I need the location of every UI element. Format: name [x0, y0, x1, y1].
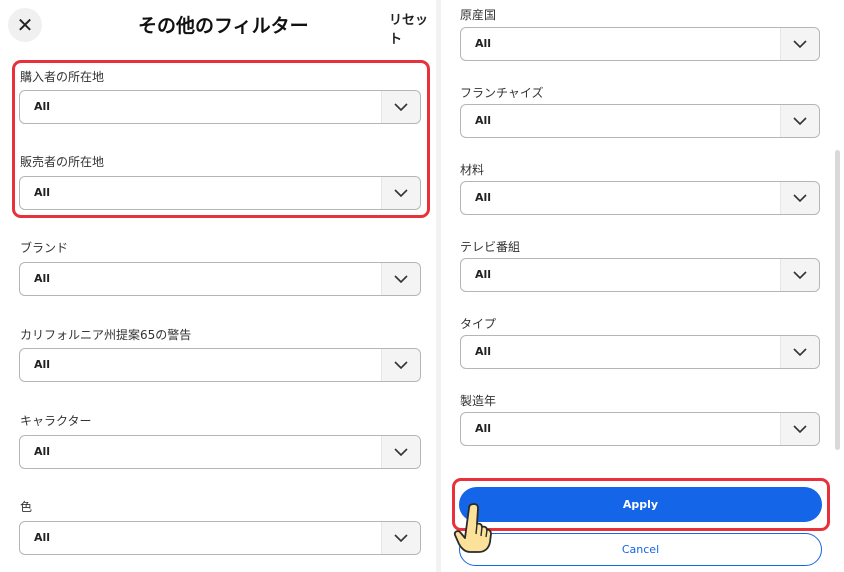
chevron-down-icon [780, 105, 819, 137]
select-value: All [475, 268, 492, 281]
country-of-origin-select[interactable]: All [460, 27, 820, 61]
filter-label-material: 材料 [460, 163, 485, 177]
chevron-down-icon [780, 259, 819, 291]
close-button[interactable]: ✕ [8, 8, 42, 42]
chevron-down-icon [780, 413, 819, 445]
material-select[interactable]: All [460, 181, 820, 215]
select-value: All [34, 272, 51, 285]
filter-label-character: キャラクター [20, 414, 92, 428]
hand-pointer-icon [453, 503, 492, 553]
year-manufactured-select[interactable]: All [460, 412, 820, 446]
cancel-button[interactable]: Cancel [459, 533, 822, 566]
filter-label-tv-show: テレビ番組 [460, 240, 521, 254]
chevron-down-icon [381, 522, 420, 554]
filter-label-year-manufactured: 製造年 [460, 394, 497, 408]
filter-label-country-of-origin: 原産国 [460, 8, 497, 22]
filter-label-brand: ブランド [20, 241, 69, 255]
chevron-down-icon [381, 263, 420, 295]
filter-label-franchise: フランチャイズ [460, 86, 544, 100]
highlight-apply-button [452, 478, 830, 531]
reset-link[interactable]: リセット [389, 9, 436, 47]
franchise-select[interactable]: All [460, 104, 820, 138]
filter-label-color: 色 [20, 500, 33, 514]
select-value: All [475, 345, 492, 358]
filter-panel-left: ✕ その他のフィルター リセット 購入者の所在地 All 販売者の所在地 All… [0, 0, 436, 572]
prop65-warning-select[interactable]: All [19, 348, 421, 382]
type-select[interactable]: All [460, 335, 820, 369]
select-value: All [34, 445, 51, 458]
select-value: All [34, 531, 51, 544]
character-select[interactable]: All [19, 435, 421, 469]
color-select[interactable]: All [19, 521, 421, 555]
scrollbar[interactable] [835, 150, 840, 450]
modal-title: その他のフィルター [138, 15, 309, 37]
select-value: All [475, 422, 492, 435]
tv-show-select[interactable]: All [460, 258, 820, 292]
brand-select[interactable]: All [19, 262, 421, 296]
chevron-down-icon [780, 336, 819, 368]
filter-label-type: タイプ [460, 317, 497, 331]
filter-label-prop65-warning: カリフォルニア州提案65の警告 [20, 328, 192, 342]
select-value: All [475, 37, 492, 50]
chevron-down-icon [381, 436, 420, 468]
chevron-down-icon [381, 349, 420, 381]
select-value: All [34, 358, 51, 371]
select-value: All [475, 191, 492, 204]
highlight-location-filters [12, 60, 430, 218]
select-value: All [475, 114, 492, 127]
chevron-down-icon [780, 28, 819, 60]
close-icon: ✕ [16, 13, 34, 37]
chevron-down-icon [780, 182, 819, 214]
